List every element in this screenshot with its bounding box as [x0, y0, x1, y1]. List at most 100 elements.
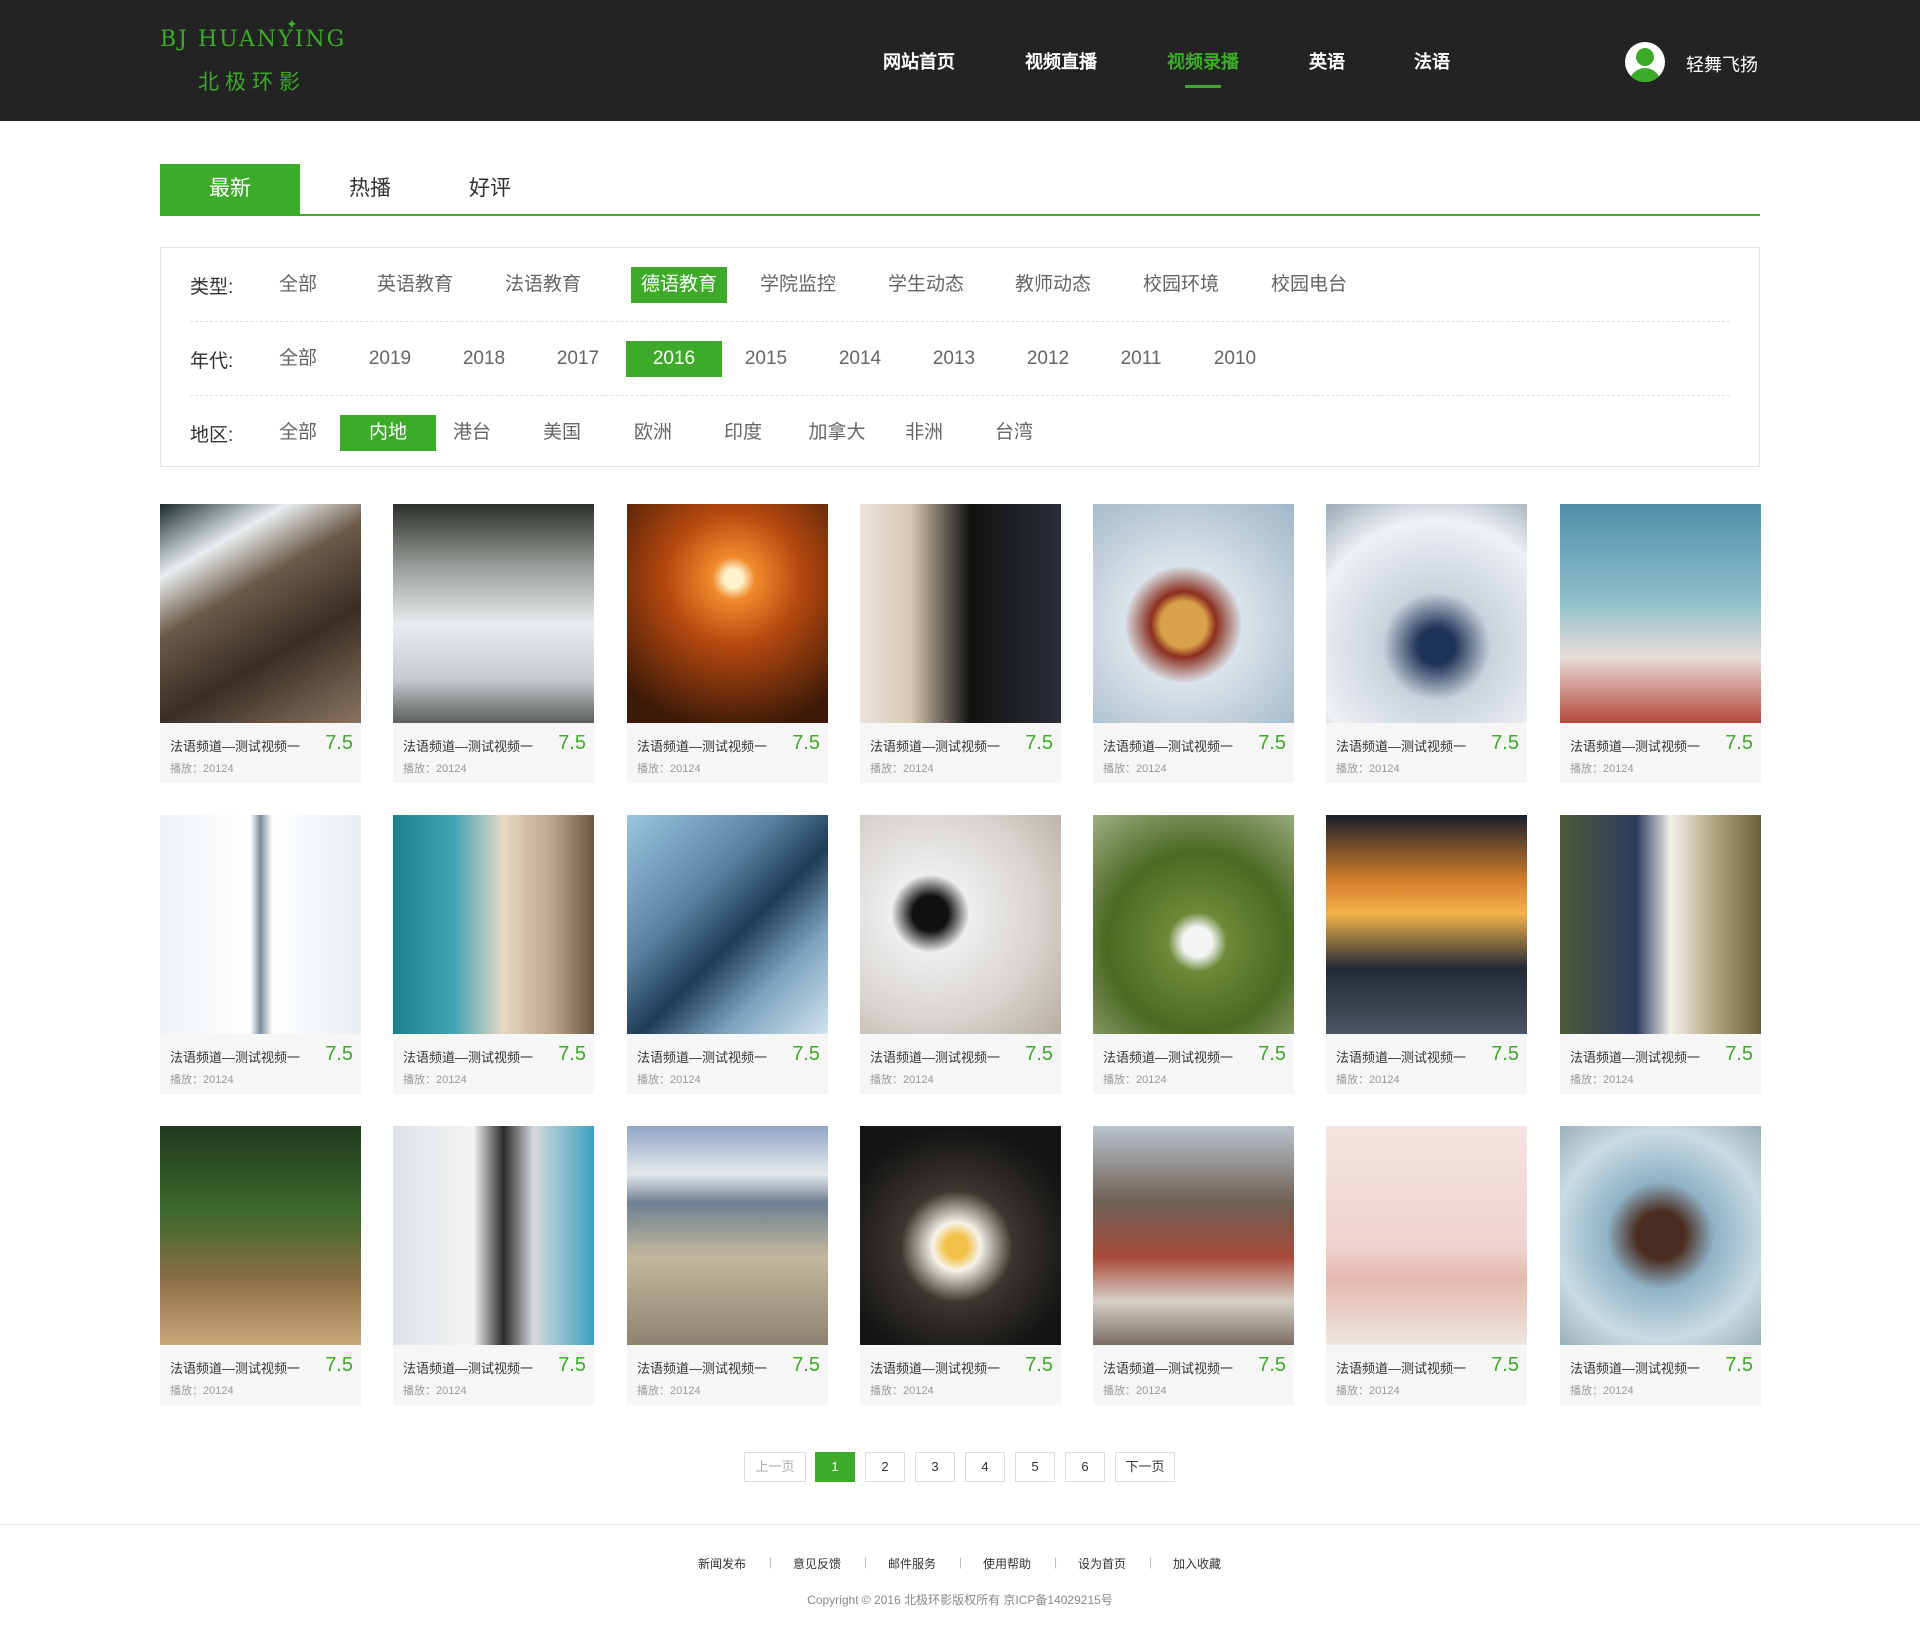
nav-item-home[interactable]: 网站首页	[883, 48, 955, 74]
video-card[interactable]: 法语频道—测试视频一 7.5 播放：20124	[393, 815, 594, 1094]
filter-type-option[interactable]: 法语教育	[498, 267, 588, 303]
video-card[interactable]: 法语频道—测试视频一 7.5 播放：20124	[1560, 1126, 1761, 1405]
footer-link[interactable]: 新闻发布	[698, 1555, 746, 1572]
video-title[interactable]: 法语频道—测试视频一	[170, 1047, 300, 1066]
video-card[interactable]: 法语频道—测试视频一 7.5 播放：20124	[393, 1126, 594, 1405]
video-title[interactable]: 法语频道—测试视频一	[1103, 1358, 1233, 1377]
video-card[interactable]: 法语频道—测试视频一 7.5 播放：20124	[627, 504, 828, 783]
video-thumbnail[interactable]	[160, 504, 361, 723]
video-card[interactable]: 法语频道—测试视频一 7.5 播放：20124	[160, 504, 361, 783]
video-title[interactable]: 法语频道—测试视频一	[403, 1358, 533, 1377]
filter-year-option[interactable]: 2017	[548, 341, 608, 377]
filter-region-option[interactable]: 加拿大	[797, 415, 877, 451]
filter-year-option[interactable]: 2014	[830, 341, 890, 377]
logo[interactable]: BJ HUANYING ✦ 北极环影	[160, 16, 344, 94]
filter-type-option[interactable]: 校园环境	[1136, 267, 1226, 303]
video-thumbnail[interactable]	[160, 815, 361, 1034]
video-card[interactable]: 法语频道—测试视频一 7.5 播放：20124	[1093, 815, 1294, 1094]
filter-region-option[interactable]: 台湾	[984, 415, 1044, 451]
footer-link[interactable]: 意见反馈	[793, 1555, 841, 1572]
next-page-button[interactable]: 下一页	[1115, 1452, 1175, 1482]
video-card[interactable]: 法语频道—测试视频一 7.5 播放：20124	[1560, 815, 1761, 1094]
footer-link[interactable]: 使用帮助	[983, 1555, 1031, 1572]
video-thumbnail[interactable]	[627, 504, 828, 723]
nav-item-french[interactable]: 法语	[1414, 48, 1450, 74]
filter-region-option[interactable]: 全部	[268, 415, 328, 451]
video-title[interactable]: 法语频道—测试视频一	[1336, 1047, 1466, 1066]
nav-item-live[interactable]: 视频直播	[1025, 48, 1097, 74]
video-card[interactable]: 法语频道—测试视频一 7.5 播放：20124	[860, 815, 1061, 1094]
video-title[interactable]: 法语频道—测试视频一	[637, 1358, 767, 1377]
filter-type-option[interactable]: 校园电台	[1264, 267, 1354, 303]
filter-type-option[interactable]: 英语教育	[370, 267, 460, 303]
video-title[interactable]: 法语频道—测试视频一	[1103, 736, 1233, 755]
filter-region-option[interactable]: 美国	[532, 415, 592, 451]
video-title[interactable]: 法语频道—测试视频一	[1336, 1358, 1466, 1377]
video-card[interactable]: 法语频道—测试视频一 7.5 播放：20124	[160, 815, 361, 1094]
video-card[interactable]: 法语频道—测试视频一 7.5 播放：20124	[860, 504, 1061, 783]
video-thumbnail[interactable]	[1560, 815, 1761, 1034]
filter-region-option[interactable]: 印度	[713, 415, 773, 451]
video-card[interactable]: 法语频道—测试视频一 7.5 播放：20124	[393, 504, 594, 783]
video-thumbnail[interactable]	[1560, 1126, 1761, 1345]
filter-year-option[interactable]: 2013	[924, 341, 984, 377]
video-thumbnail[interactable]	[160, 1126, 361, 1345]
video-thumbnail[interactable]	[1560, 504, 1761, 723]
video-card[interactable]: 法语频道—测试视频一 7.5 播放：20124	[1560, 504, 1761, 783]
nav-item-recorded[interactable]: 视频录播	[1167, 48, 1239, 74]
filter-type-option[interactable]: 全部	[268, 267, 328, 303]
video-title[interactable]: 法语频道—测试视频一	[870, 1358, 1000, 1377]
video-thumbnail[interactable]	[1326, 1126, 1527, 1345]
video-thumbnail[interactable]	[860, 504, 1061, 723]
video-thumbnail[interactable]	[860, 1126, 1061, 1345]
video-thumbnail[interactable]	[1093, 815, 1294, 1034]
filter-year-option[interactable]: 2010	[1205, 341, 1265, 377]
nav-item-english[interactable]: 英语	[1309, 48, 1345, 74]
page-number-button[interactable]: 1	[815, 1452, 855, 1482]
video-title[interactable]: 法语频道—测试视频一	[170, 736, 300, 755]
filter-region-option[interactable]: 欧洲	[623, 415, 683, 451]
tab-popular[interactable]: 热播	[300, 164, 440, 214]
video-thumbnail[interactable]	[1093, 504, 1294, 723]
user-name[interactable]: 轻舞飞扬	[1686, 51, 1758, 77]
video-thumbnail[interactable]	[393, 504, 594, 723]
filter-region-option-selected[interactable]: 内地	[340, 415, 436, 451]
prev-page-button[interactable]: 上一页	[744, 1452, 806, 1482]
filter-year-option[interactable]: 2019	[360, 341, 420, 377]
filter-region-option[interactable]: 非洲	[894, 415, 954, 451]
video-title[interactable]: 法语频道—测试视频一	[870, 736, 1000, 755]
video-title[interactable]: 法语频道—测试视频一	[870, 1047, 1000, 1066]
video-card[interactable]: 法语频道—测试视频一 7.5 播放：20124	[1326, 504, 1527, 783]
video-thumbnail[interactable]	[627, 1126, 828, 1345]
filter-region-option[interactable]: 港台	[442, 415, 502, 451]
user-avatar-icon[interactable]	[1625, 42, 1665, 82]
video-title[interactable]: 法语频道—测试视频一	[637, 736, 767, 755]
video-thumbnail[interactable]	[393, 1126, 594, 1345]
video-thumbnail[interactable]	[1326, 504, 1527, 723]
video-title[interactable]: 法语频道—测试视频一	[1570, 1047, 1700, 1066]
filter-type-option[interactable]: 学院监控	[753, 267, 843, 303]
video-thumbnail[interactable]	[627, 815, 828, 1034]
page-number-button[interactable]: 5	[1015, 1452, 1055, 1482]
video-card[interactable]: 法语频道—测试视频一 7.5 播放：20124	[1093, 504, 1294, 783]
video-title[interactable]: 法语频道—测试视频一	[403, 736, 533, 755]
filter-year-option[interactable]: 2011	[1111, 341, 1171, 377]
page-number-button[interactable]: 3	[915, 1452, 955, 1482]
video-title[interactable]: 法语频道—测试视频一	[1570, 736, 1700, 755]
filter-type-option-selected[interactable]: 德语教育	[631, 267, 727, 303]
video-title[interactable]: 法语频道—测试视频一	[637, 1047, 767, 1066]
video-card[interactable]: 法语频道—测试视频一 7.5 播放：20124	[860, 1126, 1061, 1405]
video-card[interactable]: 法语频道—测试视频一 7.5 播放：20124	[627, 815, 828, 1094]
video-thumbnail[interactable]	[393, 815, 594, 1034]
video-card[interactable]: 法语频道—测试视频一 7.5 播放：20124	[1326, 1126, 1527, 1405]
filter-year-option[interactable]: 2018	[454, 341, 514, 377]
tab-latest[interactable]: 最新	[160, 164, 300, 214]
filter-type-option[interactable]: 学生动态	[881, 267, 971, 303]
page-number-button[interactable]: 4	[965, 1452, 1005, 1482]
video-thumbnail[interactable]	[1093, 1126, 1294, 1345]
video-card[interactable]: 法语频道—测试视频一 7.5 播放：20124	[160, 1126, 361, 1405]
video-card[interactable]: 法语频道—测试视频一 7.5 播放：20124	[1093, 1126, 1294, 1405]
video-card[interactable]: 法语频道—测试视频一 7.5 播放：20124	[1326, 815, 1527, 1094]
footer-link[interactable]: 邮件服务	[888, 1555, 936, 1572]
video-thumbnail[interactable]	[1326, 815, 1527, 1034]
